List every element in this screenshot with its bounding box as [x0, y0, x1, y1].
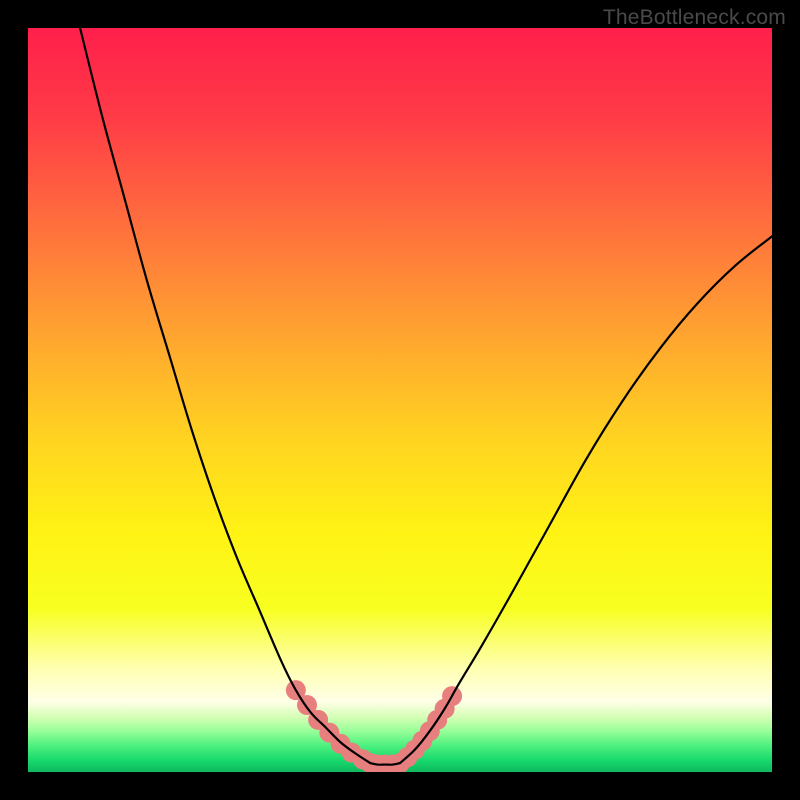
- chart-frame: TheBottleneck.com: [0, 0, 800, 800]
- plot-area: [28, 28, 772, 772]
- watermark-text: TheBottleneck.com: [603, 6, 786, 30]
- bottleneck-chart: [28, 28, 772, 772]
- gradient-background: [28, 28, 772, 772]
